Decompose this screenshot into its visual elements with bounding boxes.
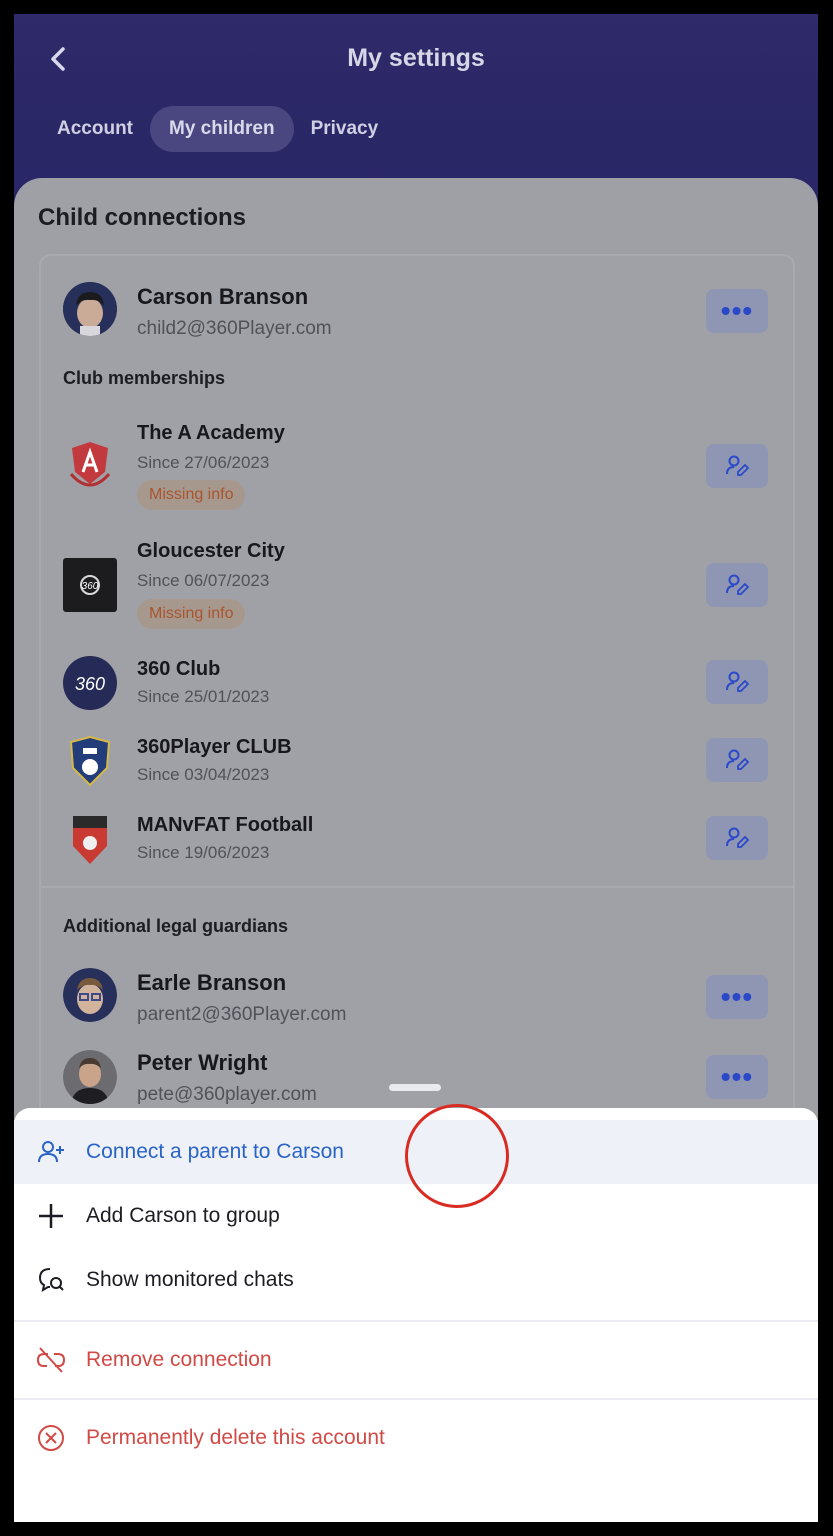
club-since: Since 25/01/2023 [137, 687, 270, 706]
club-memberships-label: Club memberships [63, 368, 226, 388]
monitored-chats-option[interactable]: Show monitored chats [14, 1248, 818, 1312]
more-dots-icon: ••• [720, 981, 754, 1012]
delete-account-option[interactable]: Permanently delete this account [14, 1406, 818, 1470]
avatar [63, 282, 117, 336]
plus-icon [39, 1204, 63, 1228]
club-edit-button[interactable] [706, 563, 768, 607]
guardians-label: Additional legal guardians [63, 916, 289, 936]
user-edit-icon [726, 455, 750, 476]
connect-parent-label: Connect a parent to Carson [86, 1140, 344, 1163]
svg-text:360: 360 [75, 674, 105, 694]
divider [41, 886, 793, 888]
delete-account-label: Permanently delete this account [86, 1426, 385, 1449]
circle-x-icon [38, 1425, 64, 1451]
status-badge: Missing info [137, 599, 246, 629]
app-screen: My settings Account My children Privacy … [14, 14, 818, 1522]
child-email: child2@360Player.com [137, 318, 332, 339]
tab-privacy[interactable]: Privacy [298, 106, 392, 152]
tab-bar: Account My children Privacy [44, 106, 395, 152]
guardian-more-button[interactable]: ••• [706, 1055, 768, 1099]
user-edit-icon [726, 671, 750, 692]
avatar [63, 968, 117, 1022]
unlink-icon [36, 1347, 66, 1373]
guardian-more-button[interactable]: ••• [706, 975, 768, 1019]
club-edit-button[interactable] [706, 660, 768, 704]
club-edit-button[interactable] [706, 738, 768, 782]
sheet-drag-handle[interactable] [389, 1084, 441, 1091]
club-logo-360player-club [63, 734, 117, 788]
child-name: Carson Branson [137, 284, 309, 309]
club-logo-360-club: 360 [63, 656, 117, 710]
guardian-email: pete@360player.com [137, 1084, 317, 1105]
more-dots-icon: ••• [720, 295, 754, 326]
more-dots-icon: ••• [720, 1061, 754, 1092]
guardian-email: parent2@360Player.com [137, 1004, 347, 1025]
divider [14, 1320, 818, 1322]
club-name: MANvFAT Football [137, 814, 314, 836]
status-badge: Missing info [137, 480, 246, 510]
club-since: Since 03/04/2023 [137, 765, 270, 784]
club-edit-button[interactable] [706, 816, 768, 860]
club-name: The A Academy [137, 422, 285, 444]
remove-connection-option[interactable]: Remove connection [14, 1328, 818, 1392]
user-edit-icon [726, 574, 750, 595]
user-edit-icon [726, 827, 750, 848]
chat-monitor-icon [38, 1268, 64, 1293]
section-title: Child connections [38, 204, 247, 231]
tab-account[interactable]: Account [44, 106, 146, 152]
club-logo-manvfat-football [63, 812, 117, 866]
guardian-name: Peter Wright [137, 1050, 268, 1075]
club-name: 360Player CLUB [137, 736, 292, 758]
svg-text:360: 360 [82, 581, 99, 592]
user-plus-icon [38, 1141, 64, 1163]
club-edit-button[interactable] [706, 444, 768, 488]
guardian-name: Earle Branson [137, 970, 287, 995]
club-logo-a-academy [63, 438, 117, 492]
user-edit-icon [726, 749, 750, 770]
club-since: Since 19/06/2023 [137, 843, 270, 862]
monitored-chats-label: Show monitored chats [86, 1268, 294, 1291]
club-name: Gloucester City [137, 540, 285, 562]
club-since: Since 06/07/2023 [137, 571, 270, 590]
avatar [63, 1050, 117, 1104]
club-logo-gloucester-city: 360 [63, 558, 117, 612]
child-more-button[interactable]: ••• [706, 289, 768, 333]
add-to-group-label: Add Carson to group [86, 1204, 280, 1227]
tab-my-children[interactable]: My children [150, 106, 294, 152]
remove-connection-label: Remove connection [86, 1348, 272, 1371]
annotation-circle [405, 1104, 509, 1208]
divider [14, 1398, 818, 1400]
club-name: 360 Club [137, 658, 221, 680]
page-title: My settings [347, 44, 485, 72]
add-to-group-option[interactable]: Add Carson to group [14, 1184, 818, 1248]
club-since: Since 27/06/2023 [137, 453, 270, 472]
